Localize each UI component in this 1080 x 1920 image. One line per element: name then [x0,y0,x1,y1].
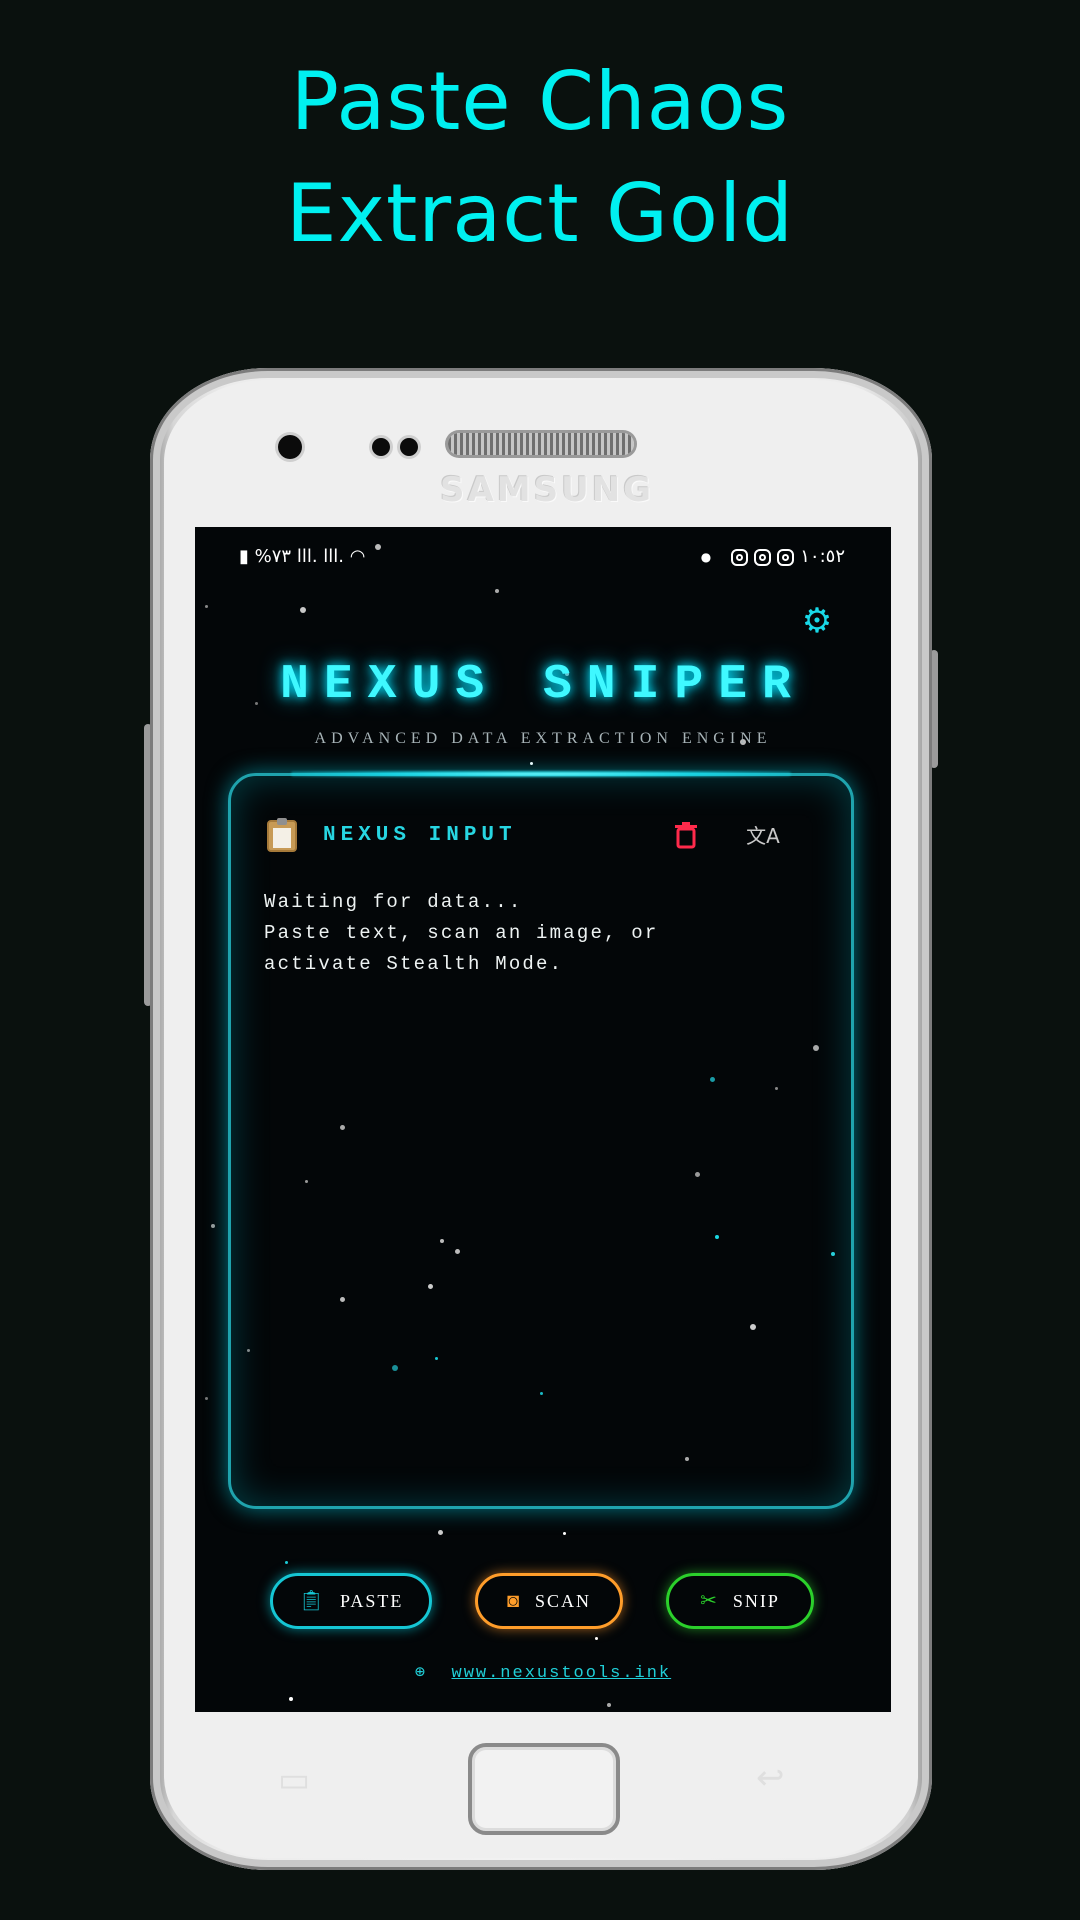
background-star [375,544,381,550]
menu-softkey-icon[interactable]: ▭ [278,1760,310,1800]
app-title: NEXUS SNIPER [280,658,806,712]
clipboard-icon [267,818,297,852]
paste-button-label: PASTE [340,1590,404,1611]
input-placeholder-text[interactable]: Waiting for data... Paste text, scan an … [264,887,824,980]
sensor-dot [372,438,390,456]
background-star [607,1703,611,1707]
home-button[interactable] [468,1743,620,1835]
scan-button-label: SCAN [535,1590,592,1611]
snip-button[interactable]: ✂ SNIP [666,1573,814,1629]
settings-gear-icon[interactable]: ⚙ [799,603,835,639]
front-camera [278,435,302,459]
earpiece-speaker [448,433,634,455]
background-star [438,1530,443,1535]
instagram-icon [731,548,749,566]
background-star [495,589,499,593]
status-time: ١٠:٥٢ [800,546,845,567]
paste-button[interactable]: 📋︎ PASTE [270,1573,432,1629]
background-star [211,1224,215,1228]
background-star [530,762,533,765]
status-signal-text: %٧٣ lll. lll. [254,546,344,567]
website-link[interactable]: www.nexustools.ink [452,1664,672,1683]
status-bar-right: ● ١٠:٥٢ [701,542,845,572]
background-star [563,1532,566,1535]
panel-glow [291,771,791,777]
input-panel-label: NEXUS INPUT [323,824,517,847]
notification-dot: ● [700,550,712,564]
input-panel[interactable]: NEXUS INPUT 文A Waiting for data... Paste… [228,771,854,1509]
app-subtitle: ADVANCED DATA EXTRACTION ENGINE [314,730,772,747]
scissors-icon: ✂ [700,1590,719,1612]
translate-icon[interactable]: 文A [745,821,781,851]
background-star [300,607,306,613]
device-brand: SAMSUNG [440,470,655,510]
snip-button-label: SNIP [732,1590,780,1611]
background-star [205,1397,208,1400]
trash-icon[interactable] [671,821,701,851]
globe-icon: ⊕ [414,1664,428,1683]
promo-headline-line1: Paste Chaos [290,55,790,148]
background-star [595,1637,598,1640]
instagram-icon [777,548,795,566]
sensor-dot [400,438,418,456]
instagram-icon [754,548,772,566]
status-bar-left: ▮ %٧٣ lll. lll. ◠ [239,542,365,572]
background-star [289,1697,293,1701]
app-screen: ▮ %٧٣ lll. lll. ◠ ● ١٠:٥٢ ⚙ NEXUS SNIPER… [195,527,891,1712]
promo-headline-line2: Extract Gold [286,167,794,260]
camera-icon: ◙ [506,1590,522,1612]
scan-button[interactable]: ◙ SCAN [475,1573,623,1629]
wifi-icon: ◠ [349,546,366,567]
battery-icon: ▮ [239,546,249,567]
paste-icon: 📋︎ [298,1590,327,1612]
background-star [285,1561,288,1564]
back-softkey-icon[interactable]: ↩ [756,1758,785,1798]
background-star [205,605,208,608]
website-link-row: ⊕ www.nexustools.ink [195,1662,891,1683]
